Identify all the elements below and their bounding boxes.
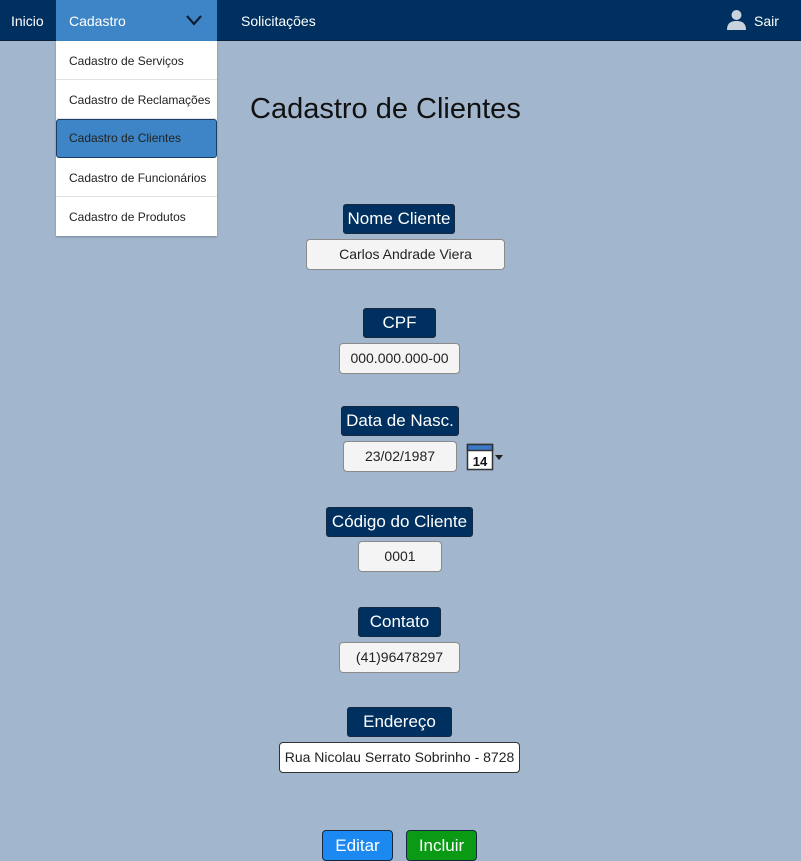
contato-label: Contato [358,607,441,637]
menu-item-produtos[interactable]: Cadastro de Produtos [56,197,217,236]
codigo-cliente-input[interactable]: 0001 [358,541,442,572]
data-nasc-label: Data de Nasc. [341,406,459,436]
contato-input[interactable]: (41)96478297 [339,642,460,673]
incluir-button[interactable]: Incluir [406,830,477,861]
nome-cliente-label: Nome Cliente [343,204,455,234]
data-nasc-input[interactable]: 23/02/1987 [343,441,457,472]
top-navbar: Inicio Cadastro Solicitações Sair [0,0,801,41]
nav-cadastro-label: Cadastro [69,13,126,29]
menu-item-reclamacoes[interactable]: Cadastro de Reclamações [56,80,217,119]
menu-item-servicos[interactable]: Cadastro de Serviços [56,41,217,80]
calendar-icon: 14 [466,443,503,471]
cadastro-dropdown-menu: Cadastro de Serviços Cadastro de Reclama… [56,41,217,236]
logout-label: Sair [754,13,779,29]
nome-cliente-input[interactable]: Carlos Andrade Viera [306,239,505,270]
chevron-down-icon [186,15,202,26]
calendar-day: 14 [473,454,488,469]
page-title: Cadastro de Clientes [250,93,521,125]
endereco-label: Endereço [347,707,452,737]
codigo-cliente-label: Código do Cliente [326,507,473,537]
logout-button[interactable]: Sair [726,0,786,41]
nav-inicio[interactable]: Inicio [11,0,44,41]
editar-button[interactable]: Editar [322,830,393,861]
endereco-input[interactable]: Rua Nicolau Serrato Sobrinho - 8728 [279,742,520,773]
nav-solicitacoes[interactable]: Solicitações [241,0,316,41]
cpf-label: CPF [363,308,436,338]
menu-item-clientes[interactable]: Cadastro de Clientes [56,119,217,158]
user-icon [727,10,746,30]
menu-item-funcionarios[interactable]: Cadastro de Funcionários [56,158,217,197]
calendar-picker-button[interactable]: 14 [466,442,506,472]
cpf-input[interactable]: 000.000.000-00 [339,343,460,374]
nav-cadastro[interactable]: Cadastro [56,0,217,41]
